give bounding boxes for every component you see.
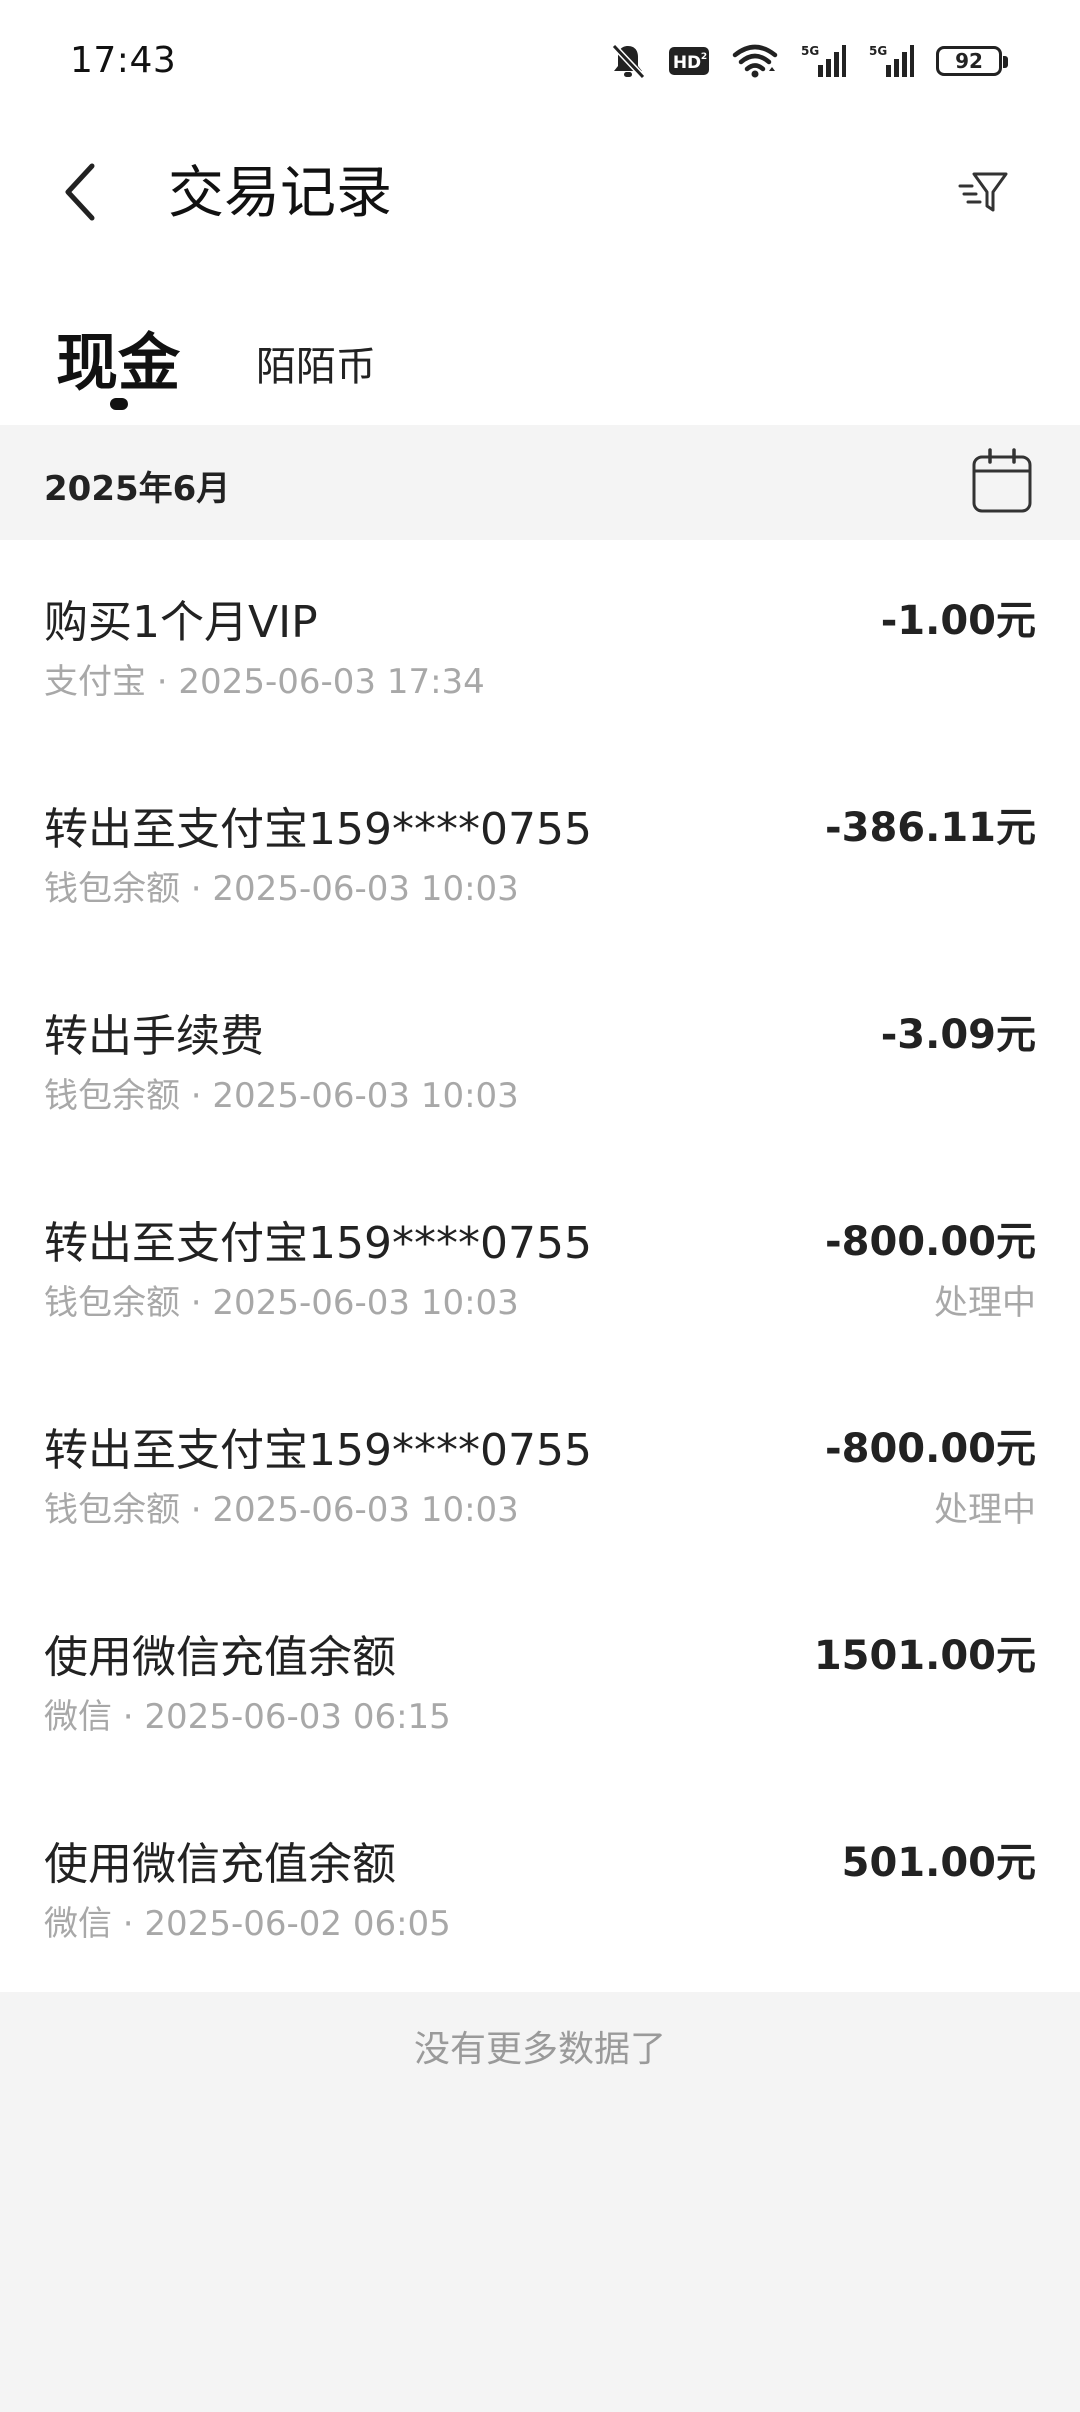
tab-cash[interactable]: 现金	[56, 312, 180, 402]
svg-text:5G: 5G	[801, 44, 819, 58]
signal-5g-icon: 5G	[800, 43, 846, 79]
status-bar: 17:43 HD 2 5G 5G 92	[0, 0, 1080, 124]
transaction-amount: 1501.00元	[813, 1633, 1036, 1679]
transaction-subtitle: 钱包余额 · 2025-06-03 10:03	[44, 869, 519, 909]
transaction-title: 转出手续费	[44, 1011, 264, 1062]
transaction-subtitle: 钱包余额 · 2025-06-03 10:03	[44, 1490, 519, 1530]
transaction-status: 处理中	[934, 1283, 1036, 1323]
hd-icon: HD 2	[668, 45, 710, 77]
transaction-amount: -1.00元	[880, 598, 1036, 644]
transaction-list: 购买1个月VIP 支付宝 · 2025-06-03 17:34 -1.00元 转…	[0, 540, 1080, 1989]
svg-text:HD: HD	[673, 53, 701, 73]
status-icons: HD 2 5G 5G 92	[610, 36, 1008, 86]
calendar-icon	[970, 448, 1034, 519]
transaction-amount: -800.00元	[825, 1219, 1036, 1265]
tab-active-indicator	[110, 398, 128, 410]
transaction-subtitle: 微信 · 2025-06-03 06:15	[44, 1697, 451, 1737]
svg-text:5G: 5G	[869, 44, 887, 58]
signal-5g-icon: 5G	[868, 43, 914, 79]
transaction-subtitle: 支付宝 · 2025-06-03 17:34	[44, 662, 485, 702]
transaction-amount: -386.11元	[825, 805, 1036, 851]
back-button[interactable]	[50, 158, 110, 230]
status-time: 17:43	[70, 40, 177, 81]
filter-button[interactable]	[950, 160, 1018, 228]
transaction-row[interactable]: 使用微信充值余额 微信 · 2025-06-02 06:05 501.00元	[0, 1782, 1080, 1989]
transaction-title: 购买1个月VIP	[44, 597, 318, 648]
transaction-subtitle: 微信 · 2025-06-02 06:05	[44, 1904, 451, 1944]
page-title: 交易记录	[168, 161, 392, 226]
transaction-amount: -3.09元	[880, 1012, 1036, 1058]
wifi-icon	[732, 43, 778, 79]
transaction-row[interactable]: 转出至支付宝159****0755 钱包余额 · 2025-06-03 10:0…	[0, 747, 1080, 954]
transaction-row[interactable]: 使用微信充值余额 微信 · 2025-06-03 06:15 1501.00元	[0, 1575, 1080, 1782]
svg-text:2: 2	[701, 52, 707, 62]
transaction-title: 转出至支付宝159****0755	[44, 804, 592, 855]
month-label: 2025年6月	[44, 469, 231, 509]
transaction-status: 处理中	[934, 1490, 1036, 1530]
calendar-button[interactable]	[970, 447, 1034, 515]
battery-level: 92	[955, 49, 983, 73]
transaction-title: 使用微信充值余额	[44, 1839, 396, 1890]
no-more-data-text: 没有更多数据了	[413, 2029, 666, 2070]
chevron-left-icon	[60, 162, 100, 226]
transaction-row[interactable]: 转出手续费 钱包余额 · 2025-06-03 10:03 -3.09元	[0, 954, 1080, 1161]
transaction-title: 使用微信充值余额	[44, 1632, 396, 1683]
transaction-row[interactable]: 购买1个月VIP 支付宝 · 2025-06-03 17:34 -1.00元	[0, 540, 1080, 747]
transaction-title: 转出至支付宝159****0755	[44, 1218, 592, 1269]
filter-icon	[958, 166, 1010, 222]
transaction-amount: -800.00元	[825, 1426, 1036, 1472]
header: 交易记录	[0, 124, 1080, 264]
tab-momo-coin[interactable]: 陌陌币	[256, 334, 376, 392]
month-header: 2025年6月	[0, 425, 1080, 540]
mute-bell-icon	[610, 42, 646, 80]
transaction-title: 转出至支付宝159****0755	[44, 1425, 592, 1476]
transaction-amount: 501.00元	[841, 1840, 1036, 1886]
tab-bar: 现金 陌陌币	[0, 290, 1080, 420]
battery-icon: 92	[936, 46, 1008, 76]
transaction-subtitle: 钱包余额 · 2025-06-03 10:03	[44, 1076, 519, 1116]
transaction-row[interactable]: 转出至支付宝159****0755 钱包余额 · 2025-06-03 10:0…	[0, 1368, 1080, 1575]
transaction-subtitle: 钱包余额 · 2025-06-03 10:03	[44, 1283, 519, 1323]
transaction-row[interactable]: 转出至支付宝159****0755 钱包余额 · 2025-06-03 10:0…	[0, 1161, 1080, 1368]
